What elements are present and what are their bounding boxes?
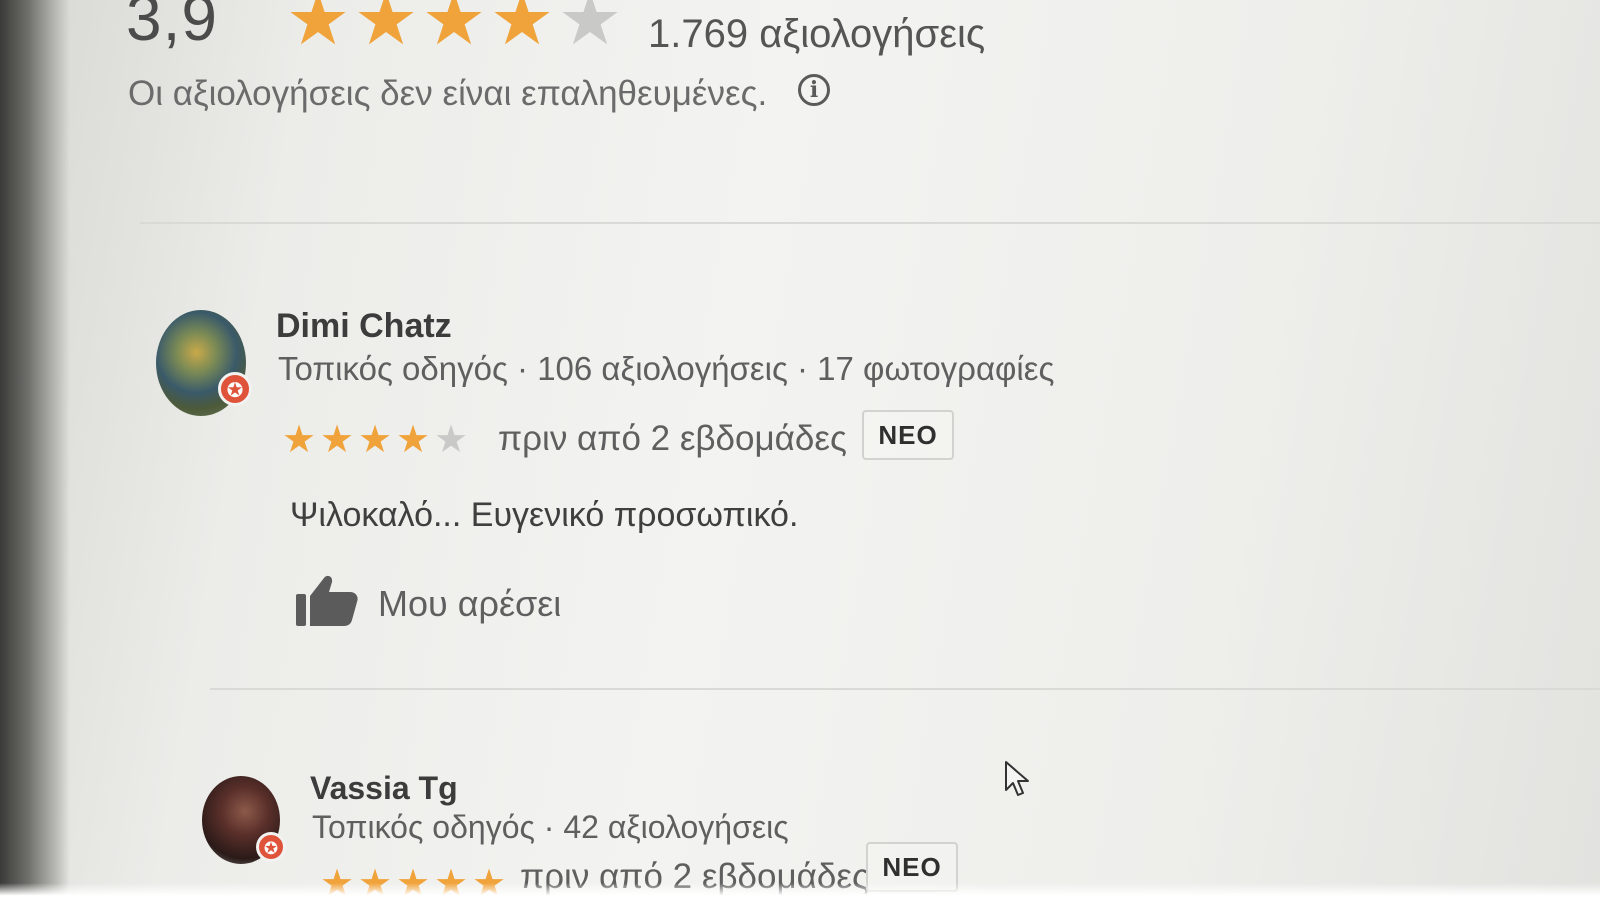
like-button[interactable]: Μου αρέσει: [296, 574, 561, 633]
local-guide-star-icon: ✪: [256, 832, 286, 862]
reviewer-meta[interactable]: Τοπικός οδηγός · 106 αξιολογήσεις · 17 φ…: [278, 348, 1054, 390]
star-filled-icon: ★: [357, 419, 393, 461]
reviewer-name[interactable]: Vassia Tg: [310, 768, 458, 808]
review-divider: [210, 688, 1600, 690]
star-filled-icon: ★: [421, 0, 487, 60]
star-empty-icon: ★: [557, 0, 623, 60]
star-filled-icon: ★: [285, 0, 351, 60]
review-stars: ★ ★ ★ ★ ★: [280, 420, 470, 460]
local-guide-star-icon: ✪: [218, 372, 252, 406]
total-review-count[interactable]: 1.769 αξιολογήσεις: [648, 10, 985, 58]
section-divider: [140, 222, 1600, 224]
new-badge: ΝΕΟ: [862, 410, 954, 460]
star-filled-icon: ★: [319, 419, 355, 461]
bottom-edge: [0, 883, 1600, 901]
star-filled-icon: ★: [281, 419, 317, 461]
average-score: 3,9: [126, 0, 218, 54]
reviewer-meta[interactable]: Τοπικός οδηγός · 42 αξιολογήσεις: [312, 806, 789, 848]
star-filled-icon: ★: [489, 0, 555, 60]
like-label: Μου αρέσει: [378, 582, 562, 624]
monitor-bezel: [0, 0, 70, 901]
review-text: Ψιλοκαλό... Ευγενικό προσωπικό.: [290, 496, 799, 534]
star-filled-icon: ★: [395, 419, 431, 461]
review-time: πριν από 2 εβδομάδες: [498, 419, 847, 458]
star-filled-icon: ★: [353, 0, 419, 60]
rating-summary: 3,9 ★ ★ ★ ★ ★ 1.769 αξιολογήσεις Οι αξιολογή…: [126, 0, 1126, 126]
average-stars: ★ ★ ★ ★ ★: [284, 0, 624, 60]
avatar[interactable]: ✪: [202, 776, 286, 864]
mouse-pointer-icon: [1004, 760, 1032, 803]
verification-note: Οι αξιολογήσεις δεν είναι επαληθευμένες.: [128, 74, 768, 113]
star-empty-icon: ★: [433, 419, 469, 461]
reviewer-name[interactable]: Dimi Chatz: [276, 306, 452, 346]
avatar[interactable]: ✪: [156, 310, 252, 416]
info-icon[interactable]: i: [798, 74, 830, 106]
thumbs-up-icon: [296, 574, 358, 633]
reviews-screen: 3,9 ★ ★ ★ ★ ★ 1.769 αξιολογήσεις Οι αξιολογή…: [0, 0, 1600, 901]
